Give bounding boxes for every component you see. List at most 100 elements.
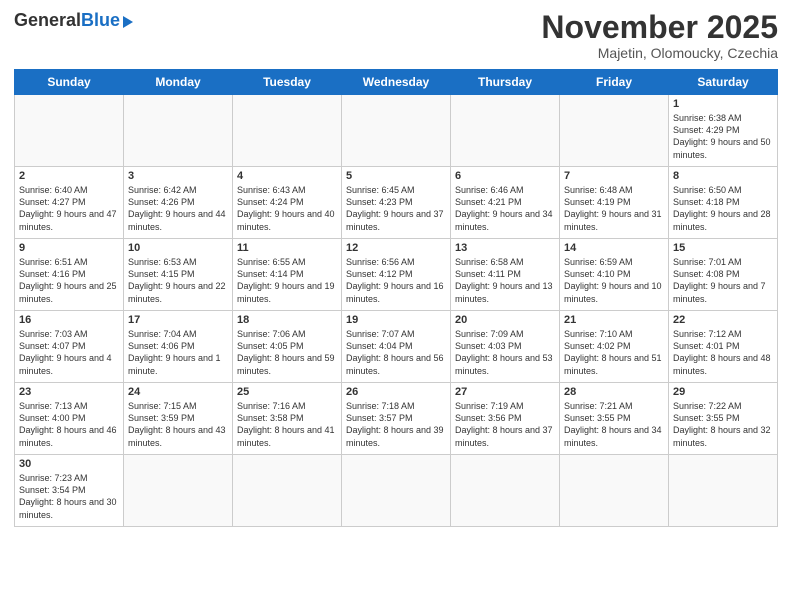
cell-info: Sunrise: 7:06 AM Sunset: 4:05 PM Dayligh…	[237, 328, 337, 377]
day-header-saturday: Saturday	[669, 70, 778, 95]
day-number: 16	[19, 314, 119, 326]
calendar-cell: 29Sunrise: 7:22 AM Sunset: 3:55 PM Dayli…	[669, 383, 778, 455]
cell-info: Sunrise: 7:10 AM Sunset: 4:02 PM Dayligh…	[564, 328, 664, 377]
day-number: 4	[237, 170, 337, 182]
cell-info: Sunrise: 6:46 AM Sunset: 4:21 PM Dayligh…	[455, 184, 555, 233]
day-number: 6	[455, 170, 555, 182]
cell-info: Sunrise: 6:50 AM Sunset: 4:18 PM Dayligh…	[673, 184, 773, 233]
calendar-cell: 30 Sunrise: 7:23 AM Sunset: 3:54 PM Dayli…	[15, 455, 124, 527]
day-number: 24	[128, 386, 228, 398]
cell-info: Sunrise: 6:40 AM Sunset: 4:27 PM Dayligh…	[19, 184, 119, 233]
day-number: 27	[455, 386, 555, 398]
calendar-week-row: 16 Sunrise: 7:03 AM Sunset: 4:07 PM Dayli…	[15, 311, 778, 383]
day-header-wednesday: Wednesday	[342, 70, 451, 95]
calendar-cell: 12 Sunrise: 6:56 AM Sunset: 4:12 PM Dayli…	[342, 239, 451, 311]
calendar-cell: 19 Sunrise: 7:07 AM Sunset: 4:04 PM Dayli…	[342, 311, 451, 383]
day-number: 22	[673, 314, 773, 326]
day-number: 26	[346, 386, 446, 398]
calendar-cell	[15, 95, 124, 167]
day-number: 28	[564, 386, 664, 398]
day-number: 13	[455, 242, 555, 254]
day-number: 25	[237, 386, 337, 398]
cell-info: Sunrise: 6:51 AM Sunset: 4:16 PM Dayligh…	[19, 256, 119, 305]
cell-info: Sunrise: 6:59 AM Sunset: 4:10 PM Dayligh…	[564, 256, 664, 305]
page-header: General Blue November 2025 Majetin, Olom…	[14, 10, 778, 61]
cell-info: Sunrise: 7:19 AM Sunset: 3:56 PM Dayligh…	[455, 400, 555, 449]
day-number: 29	[673, 386, 773, 398]
calendar-cell	[233, 455, 342, 527]
day-header-friday: Friday	[560, 70, 669, 95]
calendar-cell	[669, 455, 778, 527]
calendar-week-row: 1 Sunrise: 6:38 AM Sunset: 4:29 PM Daylig…	[15, 95, 778, 167]
calendar-cell: 5Sunrise: 6:45 AM Sunset: 4:23 PM Daylig…	[342, 167, 451, 239]
calendar-cell: 28 Sunrise: 7:21 AM Sunset: 3:55 PM Dayli…	[560, 383, 669, 455]
day-number: 17	[128, 314, 228, 326]
day-header-monday: Monday	[124, 70, 233, 95]
cell-info: Sunrise: 7:07 AM Sunset: 4:04 PM Dayligh…	[346, 328, 446, 377]
cell-info: Sunrise: 7:12 AM Sunset: 4:01 PM Dayligh…	[673, 328, 773, 377]
title-block: November 2025 Majetin, Olomoucky, Czechi…	[541, 10, 778, 61]
cell-info: Sunrise: 7:23 AM Sunset: 3:54 PM Dayligh…	[19, 472, 119, 521]
calendar-cell: 14Sunrise: 6:59 AM Sunset: 4:10 PM Dayli…	[560, 239, 669, 311]
cell-info: Sunrise: 7:01 AM Sunset: 4:08 PM Dayligh…	[673, 256, 773, 305]
calendar-cell: 18Sunrise: 7:06 AM Sunset: 4:05 PM Dayli…	[233, 311, 342, 383]
day-number: 12	[346, 242, 446, 254]
location-subtitle: Majetin, Olomoucky, Czechia	[541, 45, 778, 61]
cell-info: Sunrise: 6:58 AM Sunset: 4:11 PM Dayligh…	[455, 256, 555, 305]
calendar-cell: 11Sunrise: 6:55 AM Sunset: 4:14 PM Dayli…	[233, 239, 342, 311]
logo-triangle-icon	[123, 16, 133, 28]
calendar-cell: 2Sunrise: 6:40 AM Sunset: 4:27 PM Daylig…	[15, 167, 124, 239]
calendar-week-row: 30 Sunrise: 7:23 AM Sunset: 3:54 PM Dayli…	[15, 455, 778, 527]
day-number: 19	[346, 314, 446, 326]
calendar-cell: 15 Sunrise: 7:01 AM Sunset: 4:08 PM Dayli…	[669, 239, 778, 311]
calendar-cell	[560, 455, 669, 527]
day-number: 5	[346, 170, 446, 182]
logo: General Blue	[14, 10, 133, 31]
calendar-cell: 8Sunrise: 6:50 AM Sunset: 4:18 PM Daylig…	[669, 167, 778, 239]
cell-info: Sunrise: 7:18 AM Sunset: 3:57 PM Dayligh…	[346, 400, 446, 449]
calendar-cell: 24Sunrise: 7:15 AM Sunset: 3:59 PM Dayli…	[124, 383, 233, 455]
day-number: 1	[673, 98, 773, 110]
day-number: 9	[19, 242, 119, 254]
cell-info: Sunrise: 6:42 AM Sunset: 4:26 PM Dayligh…	[128, 184, 228, 233]
cell-info: Sunrise: 7:13 AM Sunset: 4:00 PM Dayligh…	[19, 400, 119, 449]
day-number: 23	[19, 386, 119, 398]
cell-info: Sunrise: 7:03 AM Sunset: 4:07 PM Dayligh…	[19, 328, 119, 377]
cell-info: Sunrise: 7:09 AM Sunset: 4:03 PM Dayligh…	[455, 328, 555, 377]
day-number: 15	[673, 242, 773, 254]
day-number: 21	[564, 314, 664, 326]
day-number: 20	[455, 314, 555, 326]
calendar-cell: 16 Sunrise: 7:03 AM Sunset: 4:07 PM Dayli…	[15, 311, 124, 383]
calendar-table: SundayMondayTuesdayWednesdayThursdayFrid…	[14, 69, 778, 527]
calendar-cell	[560, 95, 669, 167]
calendar-week-row: 9 Sunrise: 6:51 AM Sunset: 4:16 PM Daylig…	[15, 239, 778, 311]
calendar-cell: 13 Sunrise: 6:58 AM Sunset: 4:11 PM Dayli…	[451, 239, 560, 311]
calendar-cell	[451, 95, 560, 167]
calendar-cell	[124, 455, 233, 527]
day-number: 10	[128, 242, 228, 254]
cell-info: Sunrise: 6:38 AM Sunset: 4:29 PM Dayligh…	[673, 112, 773, 161]
day-header-thursday: Thursday	[451, 70, 560, 95]
calendar-cell: 1 Sunrise: 6:38 AM Sunset: 4:29 PM Daylig…	[669, 95, 778, 167]
calendar-cell: 9 Sunrise: 6:51 AM Sunset: 4:16 PM Daylig…	[15, 239, 124, 311]
cell-info: Sunrise: 6:55 AM Sunset: 4:14 PM Dayligh…	[237, 256, 337, 305]
calendar-cell	[342, 455, 451, 527]
cell-info: Sunrise: 7:21 AM Sunset: 3:55 PM Dayligh…	[564, 400, 664, 449]
calendar-cell: 7Sunrise: 6:48 AM Sunset: 4:19 PM Daylig…	[560, 167, 669, 239]
cell-info: Sunrise: 6:56 AM Sunset: 4:12 PM Dayligh…	[346, 256, 446, 305]
calendar-cell	[124, 95, 233, 167]
logo-general-text: General	[14, 10, 81, 31]
day-number: 30	[19, 458, 119, 470]
cell-info: Sunrise: 6:53 AM Sunset: 4:15 PM Dayligh…	[128, 256, 228, 305]
calendar-cell: 20 Sunrise: 7:09 AM Sunset: 4:03 PM Dayli…	[451, 311, 560, 383]
calendar-cell: 26 Sunrise: 7:18 AM Sunset: 3:57 PM Dayli…	[342, 383, 451, 455]
calendar-cell	[342, 95, 451, 167]
calendar-cell: 25 Sunrise: 7:16 AM Sunset: 3:58 PM Dayli…	[233, 383, 342, 455]
cell-info: Sunrise: 7:16 AM Sunset: 3:58 PM Dayligh…	[237, 400, 337, 449]
cell-info: Sunrise: 7:04 AM Sunset: 4:06 PM Dayligh…	[128, 328, 228, 377]
day-header-tuesday: Tuesday	[233, 70, 342, 95]
calendar-week-row: 23 Sunrise: 7:13 AM Sunset: 4:00 PM Dayli…	[15, 383, 778, 455]
month-title: November 2025	[541, 10, 778, 45]
calendar-cell: 10 Sunrise: 6:53 AM Sunset: 4:15 PM Dayli…	[124, 239, 233, 311]
calendar-cell: 22 Sunrise: 7:12 AM Sunset: 4:01 PM Dayli…	[669, 311, 778, 383]
